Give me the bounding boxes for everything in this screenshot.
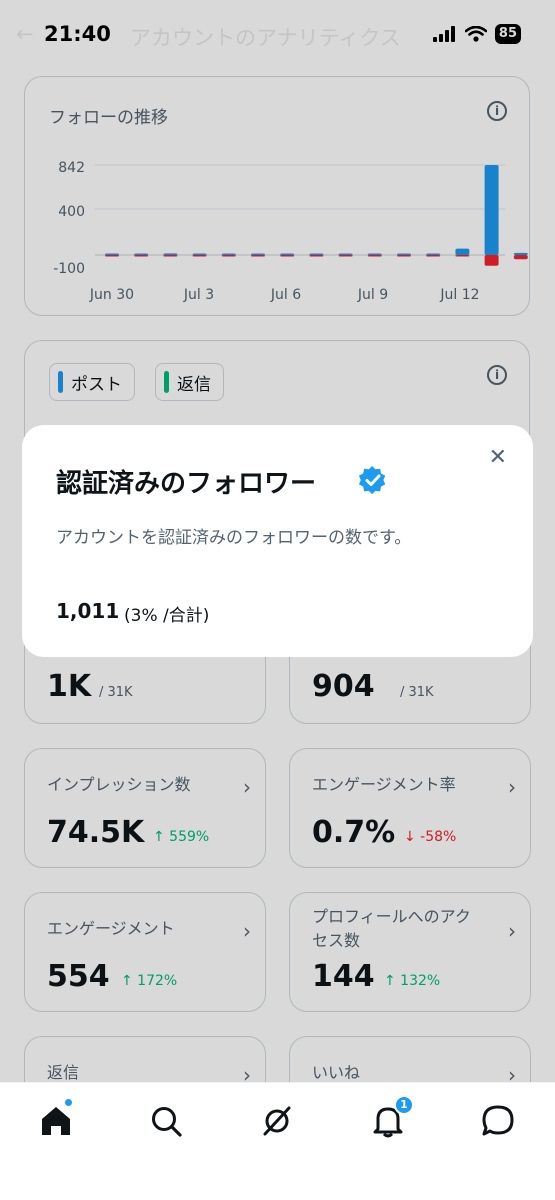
tab-grok[interactable]	[257, 1101, 297, 1141]
dialog-description: アカウントを認証済みのフォロワーの数です。	[56, 528, 412, 548]
search-icon	[152, 1107, 182, 1137]
home-unread-dot	[65, 1099, 72, 1106]
home-icon	[42, 1107, 70, 1135]
dialog-title: 認証済みのフォロワー	[56, 469, 317, 499]
tab-search[interactable]	[146, 1101, 186, 1141]
verified-badge-icon	[358, 465, 386, 495]
verified-followers-dialog: 認証済みのフォロワー ✕ アカウントを認証済みのフォロワーの数です。 1,011…	[22, 425, 533, 657]
tab-home[interactable]	[36, 1099, 76, 1141]
tab-notifications[interactable]: 1	[368, 1095, 414, 1141]
bottom-tab-bar: 1	[0, 1082, 555, 1200]
verified-followers-count: 1,011	[56, 599, 120, 623]
notification-count-badge: 1	[394, 1095, 414, 1115]
message-icon	[482, 1105, 514, 1136]
verified-followers-percent: (3% /合計)	[124, 606, 210, 626]
tab-messages[interactable]	[478, 1101, 518, 1141]
grok-icon	[263, 1106, 291, 1136]
close-icon[interactable]: ✕	[489, 445, 507, 470]
